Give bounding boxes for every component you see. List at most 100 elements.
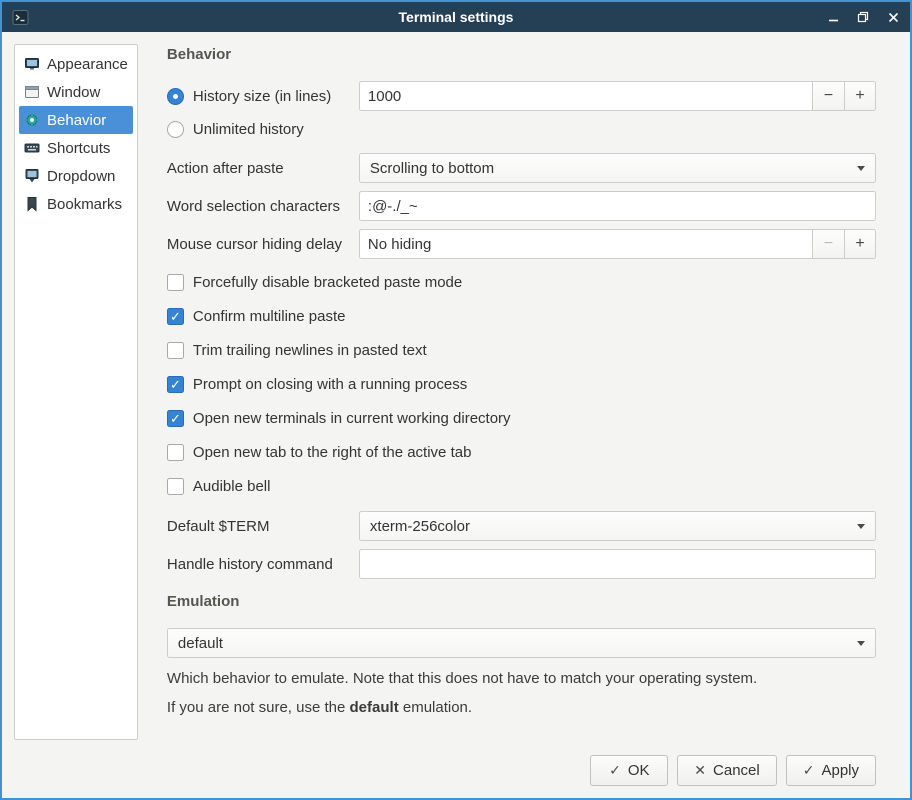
- close-icon: [888, 12, 899, 23]
- ok-button[interactable]: ✓ OK: [590, 755, 668, 786]
- sidebar-item-label: Shortcuts: [47, 140, 110, 157]
- history-size-input[interactable]: [359, 81, 812, 111]
- restore-button[interactable]: [856, 10, 870, 24]
- action-after-paste-dropdown[interactable]: Scrolling to bottom: [359, 153, 876, 183]
- checkbox-label: Forcefully disable bracketed paste mode: [193, 274, 462, 291]
- bookmarks-icon: [24, 196, 40, 212]
- checkbox-label: Open new terminals in current working di…: [193, 410, 511, 427]
- new-tab-right-checkbox[interactable]: ✓: [167, 444, 184, 461]
- sidebar-item-behavior[interactable]: Behavior: [19, 106, 133, 134]
- sidebar-item-bookmarks[interactable]: Bookmarks: [19, 190, 133, 218]
- mouse-cursor-delay-label: Mouse cursor hiding delay: [167, 236, 359, 253]
- checkbox-label: Open new tab to the right of the active …: [193, 444, 472, 461]
- sidebar-item-appearance[interactable]: Appearance: [19, 50, 133, 78]
- checkbox-audible-bell[interactable]: ✓ Audible bell: [167, 477, 876, 495]
- behavior-settings-panel: Behavior History size (in lines) − +: [138, 32, 910, 750]
- action-after-paste-label: Action after paste: [167, 160, 359, 177]
- minimize-button[interactable]: [826, 10, 840, 24]
- window-icon: [24, 84, 40, 100]
- sidebar-item-label: Behavior: [47, 112, 106, 129]
- default-term-value: xterm-256color: [370, 518, 470, 535]
- window-title: Terminal settings: [2, 9, 910, 25]
- sidebar-item-label: Dropdown: [47, 168, 115, 185]
- appearance-icon: [24, 56, 40, 72]
- cancel-button[interactable]: ✕ Cancel: [677, 755, 776, 786]
- help-text-bold: default: [350, 699, 399, 716]
- sidebar-item-shortcuts[interactable]: Shortcuts: [19, 134, 133, 162]
- minimize-icon: [828, 12, 839, 23]
- settings-category-list: Appearance Window Behavior: [14, 44, 138, 740]
- unlimited-history-row: Unlimited history: [167, 119, 876, 139]
- chevron-down-icon: [857, 641, 865, 646]
- check-icon: ✓: [170, 378, 181, 391]
- checkbox-prompt-on-closing[interactable]: ✓ Prompt on closing with a running proce…: [167, 375, 876, 393]
- sidebar-item-window[interactable]: Window: [19, 78, 133, 106]
- checkbox-label: Audible bell: [193, 478, 271, 495]
- history-size-radio-option[interactable]: History size (in lines): [167, 88, 359, 105]
- check-icon: ✓: [609, 762, 621, 779]
- bracketed-paste-checkbox[interactable]: ✓: [167, 274, 184, 291]
- handle-history-label: Handle history command: [167, 556, 359, 573]
- handle-history-input[interactable]: [359, 549, 876, 579]
- word-selection-label: Word selection characters: [167, 198, 359, 215]
- mouse-cursor-delay-spinner: − +: [359, 229, 876, 259]
- action-after-paste-row: Action after paste Scrolling to bottom: [167, 153, 876, 183]
- checkbox-trim-newlines[interactable]: ✓ Trim trailing newlines in pasted text: [167, 341, 876, 359]
- terminal-app-icon: [12, 9, 29, 26]
- window-controls: [826, 10, 900, 24]
- ok-button-label: OK: [628, 762, 650, 779]
- confirm-multiline-checkbox[interactable]: ✓: [167, 308, 184, 325]
- cancel-button-label: Cancel: [713, 762, 760, 779]
- default-term-row: Default $TERM xterm-256color: [167, 511, 876, 541]
- mouse-cursor-delay-row: Mouse cursor hiding delay − +: [167, 229, 876, 259]
- emulation-value: default: [178, 635, 223, 652]
- restore-icon: [857, 11, 869, 23]
- checkbox-bracketed-paste[interactable]: ✓ Forcefully disable bracketed paste mod…: [167, 273, 876, 291]
- terminal-settings-window: Terminal settings Appearance: [0, 0, 912, 800]
- word-selection-row: Word selection characters: [167, 191, 876, 221]
- checkbox-new-tab-right[interactable]: ✓ Open new tab to the right of the activ…: [167, 443, 876, 461]
- history-size-increment-button[interactable]: +: [844, 81, 876, 111]
- help-text-post: emulation.: [399, 699, 472, 716]
- audible-bell-checkbox[interactable]: ✓: [167, 478, 184, 495]
- trim-newlines-checkbox[interactable]: ✓: [167, 342, 184, 359]
- unlimited-history-radio[interactable]: [167, 121, 184, 138]
- chevron-down-icon: [857, 524, 865, 529]
- shortcuts-icon: [24, 140, 40, 156]
- apply-button[interactable]: ✓ Apply: [786, 755, 876, 786]
- apply-button-label: Apply: [821, 762, 859, 779]
- history-size-label: History size (in lines): [193, 88, 331, 105]
- close-button[interactable]: [886, 10, 900, 24]
- checkbox-label: Confirm multiline paste: [193, 308, 346, 325]
- chevron-down-icon: [857, 166, 865, 171]
- checkbox-open-in-cwd[interactable]: ✓ Open new terminals in current working …: [167, 409, 876, 427]
- history-size-decrement-button[interactable]: −: [812, 81, 844, 111]
- mouse-cursor-delay-increment-button[interactable]: +: [844, 229, 876, 259]
- dropdown-icon: [24, 168, 40, 184]
- sidebar-item-dropdown[interactable]: Dropdown: [19, 162, 133, 190]
- mouse-cursor-delay-input[interactable]: [359, 229, 812, 259]
- sidebar-item-label: Window: [47, 84, 100, 101]
- history-size-radio[interactable]: [167, 88, 184, 105]
- unlimited-history-radio-option[interactable]: Unlimited history: [167, 121, 304, 138]
- checkbox-confirm-multiline[interactable]: ✓ Confirm multiline paste: [167, 307, 876, 325]
- emulation-dropdown[interactable]: default: [167, 628, 876, 658]
- check-icon: ✓: [170, 412, 181, 425]
- sidebar-item-label: Appearance: [47, 56, 128, 73]
- history-size-spinner: − +: [359, 81, 876, 111]
- help-text-pre: If you are not sure, use the: [167, 699, 350, 716]
- prompt-on-closing-checkbox[interactable]: ✓: [167, 376, 184, 393]
- dialog-footer: ✓ OK ✕ Cancel ✓ Apply: [2, 750, 910, 798]
- check-icon: ✓: [170, 310, 181, 323]
- default-term-dropdown[interactable]: xterm-256color: [359, 511, 876, 541]
- checkbox-label: Trim trailing newlines in pasted text: [193, 342, 427, 359]
- emulation-help-text-1: Which behavior to emulate. Note that thi…: [167, 670, 876, 687]
- check-icon: ✓: [803, 762, 815, 779]
- emulation-section-title: Emulation: [167, 593, 876, 610]
- checkbox-label: Prompt on closing with a running process: [193, 376, 467, 393]
- word-selection-input[interactable]: [359, 191, 876, 221]
- mouse-cursor-delay-decrement-button[interactable]: −: [812, 229, 844, 259]
- open-in-cwd-checkbox[interactable]: ✓: [167, 410, 184, 427]
- emulation-help-text-2: If you are not sure, use the default emu…: [167, 699, 876, 716]
- action-after-paste-value: Scrolling to bottom: [370, 160, 494, 177]
